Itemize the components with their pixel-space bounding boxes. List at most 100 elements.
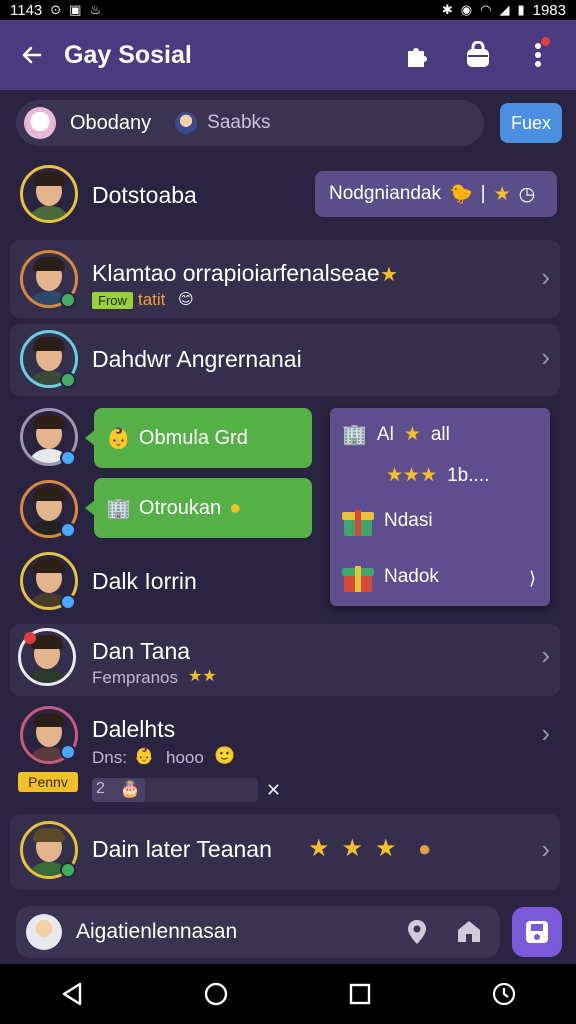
puzzle-icon bbox=[408, 48, 427, 67]
arrow-left-icon bbox=[22, 46, 42, 64]
avatar bbox=[20, 165, 78, 223]
chevron-right-icon: › bbox=[541, 834, 550, 864]
popup-item-label: 1b.... bbox=[447, 464, 490, 486]
contact-name: Dotstoaba bbox=[92, 182, 197, 208]
location-pin-icon[interactable] bbox=[406, 919, 428, 945]
star-icon: ★★ bbox=[188, 668, 217, 685]
contact-name: Klamtao orrapioiarfenalseae bbox=[92, 260, 380, 286]
triangle-back-icon bbox=[62, 982, 82, 1006]
contact-name: Dahdwr Angrernanai bbox=[92, 346, 302, 372]
nav-accessibility-button[interactable] bbox=[474, 964, 534, 1024]
online-badge bbox=[60, 744, 76, 760]
contact-subtitle: tatit bbox=[138, 290, 166, 309]
search-input[interactable]: Obodany Saabks bbox=[16, 100, 484, 146]
reaction-popup: 🏢 Al ★ all ★★★ 1b.... Ndasi Nadok ⟩ bbox=[330, 408, 550, 606]
popup-item-label: Ndasi bbox=[384, 510, 433, 531]
message-input[interactable]: Aigatienlennasan bbox=[16, 906, 500, 958]
search-hint: Saabks bbox=[207, 112, 271, 133]
more-vertical-icon bbox=[535, 43, 541, 67]
popup-item[interactable]: 🏢 Al ★ all bbox=[342, 422, 450, 447]
message-composer: Aigatienlennasan bbox=[0, 900, 576, 964]
progress-bar: 2 🎂 bbox=[92, 778, 258, 802]
cake-icon: 🎂 bbox=[120, 781, 140, 798]
contact-subtitle: Dns: bbox=[92, 748, 127, 767]
list-item[interactable]: Klamtao orrapioiarfenalseae ★ Frow tatit… bbox=[10, 240, 560, 318]
rating-stars-icon: ★★★ bbox=[386, 465, 438, 486]
chevron-right-icon: › bbox=[541, 262, 550, 292]
popup-item-label: Al bbox=[376, 423, 394, 445]
signal-icon: ◢ bbox=[499, 2, 510, 17]
popup-item-extra: all bbox=[430, 423, 450, 445]
home-icon[interactable] bbox=[456, 919, 482, 943]
wifi-icon: ◠ bbox=[480, 2, 492, 17]
new-button[interactable]: Fuex bbox=[500, 103, 562, 143]
popup-item[interactable]: Ndasi bbox=[342, 506, 433, 536]
overflow-menu-button[interactable] bbox=[522, 37, 554, 71]
list-item[interactable]: Dain later Teanan ★★★ ● › bbox=[10, 814, 560, 890]
back-button[interactable] bbox=[0, 20, 64, 90]
gift-icon bbox=[342, 506, 374, 536]
bag-icon bbox=[467, 41, 489, 67]
status-time: 1143 bbox=[10, 1, 43, 19]
circle-home-icon bbox=[204, 982, 228, 1006]
nav-back-button[interactable] bbox=[42, 964, 102, 1024]
message-bubble[interactable]: 🏢 Otroukan ● bbox=[85, 478, 312, 538]
status-right-time: 1983 bbox=[532, 1, 566, 19]
online-badge bbox=[60, 522, 76, 538]
chevron-right-icon: › bbox=[541, 640, 550, 670]
puzzle-button[interactable] bbox=[402, 39, 434, 71]
chevron-right-icon: › bbox=[541, 342, 550, 372]
square-recents-icon bbox=[349, 983, 371, 1005]
emoji-icon: 😊 bbox=[178, 291, 194, 308]
bubble-text: Obmula Grd bbox=[138, 426, 248, 449]
rating-stars-icon: ★★★ bbox=[308, 835, 409, 862]
popup-item[interactable]: ★★★ 1b.... bbox=[386, 464, 489, 487]
online-badge bbox=[60, 292, 76, 308]
online-badge bbox=[60, 372, 76, 388]
contact-name: Dain later Teanan bbox=[92, 836, 272, 862]
online-badge bbox=[60, 450, 76, 466]
nav-home-button[interactable] bbox=[186, 964, 246, 1024]
contact-name: Dan Tana bbox=[92, 638, 191, 664]
bag-button[interactable] bbox=[462, 39, 494, 71]
status-pill[interactable]: Nodgniandak 🐤 | ★ ◷ bbox=[315, 171, 557, 217]
pill-label: Nodgniandak bbox=[329, 183, 441, 204]
system-nav-bar bbox=[0, 964, 576, 1024]
nav-recents-button[interactable] bbox=[330, 964, 390, 1024]
contact-subtitle-2: hooo bbox=[166, 748, 204, 767]
page-title: Gay Sosial bbox=[64, 40, 192, 69]
contact-subtitle: Fempranos bbox=[92, 668, 178, 687]
alarm-icon: ◉ bbox=[460, 2, 473, 17]
coin-icon: ● bbox=[229, 496, 242, 519]
list-item[interactable]: Dahdwr Angrernanai › bbox=[10, 324, 560, 396]
search-value: Obodany bbox=[70, 111, 152, 134]
building-icon: 🏢 bbox=[106, 497, 131, 520]
smile-icon: 🙂 bbox=[214, 746, 236, 765]
star-icon: ★ bbox=[493, 183, 511, 205]
building-icon: 🏢 bbox=[342, 424, 367, 446]
duck-icon: 🐤 bbox=[448, 184, 473, 205]
chevron-right-icon: › bbox=[541, 718, 550, 748]
avatar bbox=[26, 914, 62, 950]
message-bubble[interactable]: 👶 Obmula Grd bbox=[85, 408, 312, 468]
search-avatar bbox=[24, 107, 56, 139]
save-icon bbox=[526, 921, 548, 943]
bluetooth-icon: ✱ bbox=[441, 2, 453, 17]
baby-icon: 👶 bbox=[106, 427, 131, 450]
popup-item[interactable]: Nadok bbox=[342, 562, 439, 592]
clock-icon: ◷ bbox=[518, 183, 536, 205]
send-button[interactable] bbox=[512, 907, 562, 957]
contact-name: Dalk Iorrin bbox=[92, 568, 197, 594]
list-item[interactable]: Dan Tana Fempranos ★★ › bbox=[10, 624, 560, 696]
tag-badge: Frow bbox=[92, 292, 133, 309]
bubble-text: Otroukan bbox=[138, 496, 222, 519]
online-badge bbox=[60, 594, 76, 610]
star-icon: ★ bbox=[380, 264, 398, 286]
list-item[interactable]: Dotstoaba Nodgniandak 🐤 | ★ ◷ bbox=[10, 160, 560, 228]
online-badge bbox=[60, 862, 76, 878]
battery-icon: ▮ bbox=[517, 2, 525, 17]
close-icon[interactable]: ✕ bbox=[266, 780, 281, 801]
expand-icon[interactable]: ⟩ bbox=[529, 568, 536, 589]
tag-badge: Pennv bbox=[18, 772, 78, 792]
clock-check-icon bbox=[492, 982, 516, 1006]
